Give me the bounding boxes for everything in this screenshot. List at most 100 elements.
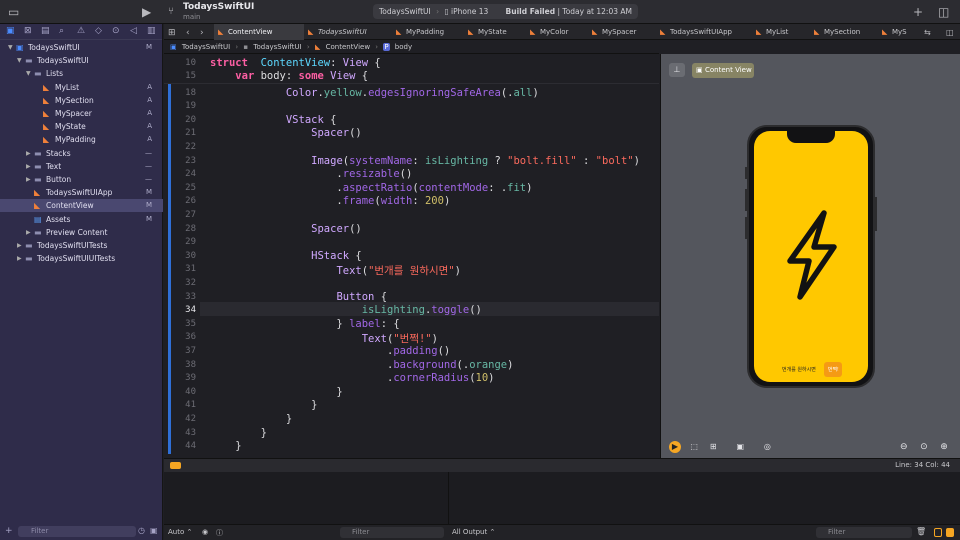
sidebar-item[interactable]: ▶ ▬ TodaysSwiftUITests: [0, 239, 163, 252]
eye-icon[interactable]: ◉: [202, 528, 208, 536]
zoom-in-icon[interactable]: ⊕: [938, 441, 950, 453]
code-line[interactable]: } label: {: [210, 318, 399, 330]
sidebar-item[interactable]: ◣ MySpacer A: [0, 107, 163, 120]
variables-filter-input[interactable]: Filter: [340, 527, 444, 538]
navigator-filter-input[interactable]: Filter: [18, 526, 136, 537]
scheme-selector[interactable]: TodaysSwiftUI › ▯ iPhone 13 Build Failed…: [373, 4, 638, 19]
sidebar-item[interactable]: ▶ ▬ Preview Content: [0, 226, 163, 239]
sidebar-item[interactable]: ▶ ▬ Text —: [0, 160, 163, 173]
sidebar-item[interactable]: ▶ ▬ TodaysSwiftUIUITests: [0, 252, 163, 265]
sidebar-item[interactable]: ◣ MyPadding A: [0, 133, 163, 146]
disclosure-icon[interactable]: ▶: [17, 239, 22, 252]
code-line[interactable]: .frame(width: 200): [210, 195, 450, 207]
editor-tab[interactable]: ◣ MySection: [810, 24, 878, 40]
variants-icon[interactable]: ⊞: [707, 441, 719, 453]
test-icon[interactable]: ◇: [95, 26, 102, 36]
code-line[interactable]: }: [210, 399, 317, 411]
sidebar-item[interactable]: ▼ ▬ TodaysSwiftUI: [0, 54, 163, 67]
code-line[interactable]: .padding(): [210, 345, 450, 357]
editor-options-icon[interactable]: ◫: [946, 25, 954, 41]
bookmark-icon[interactable]: ▤: [41, 26, 50, 36]
code-line[interactable]: }: [210, 440, 241, 452]
code-line[interactable]: .cornerRadius(10): [210, 372, 495, 384]
jump-folder[interactable]: TodaysSwiftUI: [253, 43, 301, 51]
code-line[interactable]: struct ContentView: View {: [210, 57, 381, 69]
sidebar-item[interactable]: ▼ ▬ Lists: [0, 67, 163, 80]
disclosure-icon[interactable]: ▶: [26, 147, 31, 160]
disclosure-icon[interactable]: ▶: [26, 226, 31, 239]
add-file-icon[interactable]: +: [5, 526, 13, 536]
source-control-icon[interactable]: ⊠: [24, 26, 32, 36]
find-icon[interactable]: ⌕: [59, 26, 64, 36]
forward-icon[interactable]: ›: [200, 25, 204, 41]
editor-tab[interactable]: ◣ ContentView: [214, 24, 304, 40]
disclosure-icon[interactable]: ▼: [26, 67, 31, 80]
breakpoint-icon[interactable]: ◁: [130, 26, 137, 36]
scheme-device[interactable]: iPhone 13: [451, 7, 488, 16]
editor-tab[interactable]: ◣ MyS: [878, 24, 918, 40]
sidebar-item[interactable]: ◣ MyState A: [0, 120, 163, 133]
editor-tab[interactable]: ◣ MyPadding: [392, 24, 464, 40]
editor-tab[interactable]: ◣ MyList: [752, 24, 810, 40]
code-line[interactable]: Spacer(): [210, 223, 362, 235]
code-line[interactable]: Spacer(): [210, 127, 362, 139]
variables-scope[interactable]: Auto ⌃: [168, 528, 192, 536]
left-pane-icon[interactable]: [934, 528, 942, 537]
code-line[interactable]: HStack {: [210, 250, 362, 262]
warning-icon[interactable]: [170, 462, 181, 469]
sidebar-item[interactable]: ▶ ▬ Button —: [0, 173, 163, 186]
right-pane-icon[interactable]: [946, 528, 954, 537]
grid-icon[interactable]: ⊞: [168, 25, 176, 41]
editor-tab[interactable]: ◣ MySpacer: [588, 24, 656, 40]
sidebar-item[interactable]: ◣ TodaysSwiftUIApp M: [0, 186, 163, 199]
console-filter-input[interactable]: Filter: [816, 527, 912, 538]
trash-icon[interactable]: 🗑: [916, 527, 926, 536]
sidebar-item[interactable]: ◣ ContentView M: [0, 199, 163, 213]
disclosure-icon[interactable]: ▶: [26, 173, 31, 186]
code-line[interactable]: .background(.orange): [210, 359, 513, 371]
run-icon[interactable]: ▶: [142, 4, 151, 20]
jump-project[interactable]: TodaysSwiftUI: [182, 43, 230, 51]
project-navigator-icon[interactable]: ▣: [6, 26, 15, 36]
back-icon[interactable]: ‹: [186, 25, 190, 41]
disclosure-icon[interactable]: ▼: [8, 41, 13, 54]
environment-icon[interactable]: ◎: [761, 441, 773, 453]
editor-tab[interactable]: ◣ MyState: [464, 24, 526, 40]
sidebar-item[interactable]: ◣ MySection A: [0, 94, 163, 107]
code-line[interactable]: .aspectRatio(contentMode: .fit): [210, 182, 532, 194]
device-settings-icon[interactable]: ▣: [734, 441, 746, 453]
recent-filter-icon[interactable]: ◷: [138, 526, 145, 535]
sidebar-item[interactable]: ◣ MyList A: [0, 81, 163, 94]
code-line[interactable]: Text("번개를 원하시면"): [210, 263, 461, 278]
preview-flash-button[interactable]: 번쩍!: [823, 362, 843, 377]
jump-file[interactable]: ContentView: [326, 43, 370, 51]
output-selector[interactable]: All Output ⌃: [452, 528, 495, 536]
code-line[interactable]: isLighting.toggle(): [210, 304, 482, 316]
editor-tab[interactable]: ◣ TodaysSwiftUIApp: [656, 24, 752, 40]
source-filter-icon[interactable]: ▣: [150, 526, 158, 535]
preview-chip[interactable]: ▣ Content View: [692, 63, 754, 78]
info-icon[interactable]: ⓘ: [216, 528, 223, 538]
editor-tab[interactable]: ◣ TodaysSwiftUI: [304, 24, 392, 40]
live-icon[interactable]: ▶: [669, 441, 681, 453]
scheme-project[interactable]: TodaysSwiftUI: [379, 7, 431, 16]
jump-symbol[interactable]: body: [395, 43, 412, 51]
sidebar-toggle-icon[interactable]: ▭: [8, 4, 19, 20]
code-line[interactable]: }: [210, 386, 342, 398]
selectable-icon[interactable]: ⬚: [688, 441, 700, 453]
pin-icon[interactable]: ⊥: [669, 63, 685, 77]
code-line[interactable]: Color.yellow.edgesIgnoringSafeArea(.all): [210, 87, 539, 99]
add-icon[interactable]: +: [913, 4, 923, 20]
layout-icon[interactable]: ◫: [938, 4, 949, 20]
sidebar-item[interactable]: ▼ ▣ TodaysSwiftUI M: [0, 41, 163, 54]
code-line[interactable]: VStack {: [210, 114, 337, 126]
code-editor[interactable]: 17 ZStack {18 Color.yellow.edgesIgnoring…: [164, 54, 659, 458]
zoom-out-icon[interactable]: ⊖: [898, 441, 910, 453]
code-line[interactable]: var body: some View {: [210, 70, 368, 82]
disclosure-icon[interactable]: ▶: [17, 252, 22, 265]
editor-tab[interactable]: ◣ MyColor: [526, 24, 588, 40]
zoom-fit-icon[interactable]: ⊙: [918, 441, 930, 453]
report-icon[interactable]: ▥: [147, 26, 156, 36]
code-line[interactable]: }: [210, 427, 267, 439]
code-line[interactable]: Button {: [210, 291, 387, 303]
